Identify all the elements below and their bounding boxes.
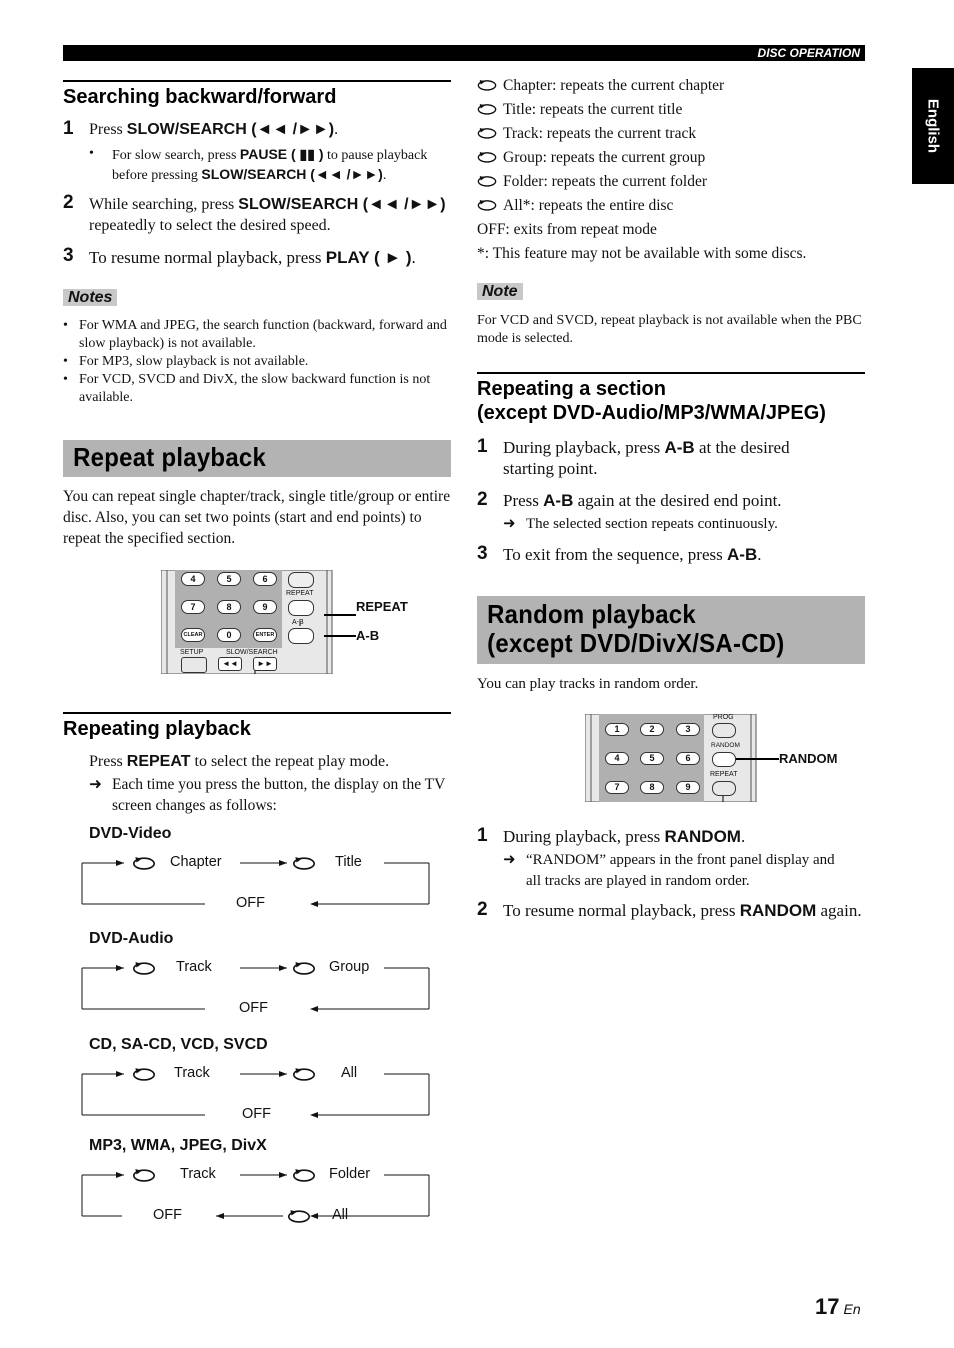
flow-mode-a: Track — [180, 1166, 216, 1182]
section-step-2-result: ➜ The selected section repeats continuou… — [503, 516, 778, 532]
remote-button-prog — [712, 723, 736, 738]
section-step-1: During playback, press A-B at the desire… — [503, 438, 790, 478]
key-label: A-B — [727, 545, 758, 564]
random-step-1: During playback, press RANDOM. — [503, 827, 746, 846]
flow-off: OFF — [153, 1207, 182, 1223]
arrow-icon: ➜ — [503, 852, 516, 868]
random-playback-title: Random playback (except DVD/DivX/SA-CD) — [487, 599, 785, 658]
arrow-to-off — [216, 1213, 224, 1219]
key-label: RANDOM — [664, 827, 741, 846]
page-number: 17 En — [815, 1294, 861, 1319]
remote-key: 4 — [605, 752, 629, 765]
key-label: A-B — [543, 491, 574, 510]
arrow-to-off — [310, 1213, 318, 1219]
repeat-icon — [477, 174, 497, 187]
random-playback-banner: Random playback (except DVD/DivX/SA-CD) — [477, 596, 865, 664]
mode-footnote: *: This feature may not be available wit… — [477, 245, 807, 262]
key-label: A-B — [664, 438, 695, 457]
step-number: 2 — [477, 489, 488, 510]
remote-key: 9 — [676, 781, 700, 794]
note-heading: Note — [477, 281, 523, 303]
repeat-icon — [477, 150, 497, 163]
flow-mode-c: All — [332, 1207, 349, 1223]
step-number: 1 — [477, 825, 488, 846]
arrow-icon: ➜ — [503, 516, 516, 532]
repeat-icon — [477, 78, 497, 91]
remote-illustration-random: 123 456 789 PROG RANDOM REPEAT RANDOM — [584, 713, 845, 803]
arrow-to-first-mode — [116, 1172, 124, 1178]
remote-key: 2 — [640, 723, 664, 736]
step-number: 2 — [477, 899, 488, 920]
random-key-label: RANDOM — [711, 742, 740, 749]
note-text: For VCD and SVCD, repeat playback is not… — [477, 313, 862, 346]
repeat-icon — [293, 1168, 315, 1182]
arrow-to-second-mode — [279, 1172, 287, 1178]
section-step-2: Press A-B again at the desired end point… — [503, 491, 782, 510]
step-number: 1 — [477, 436, 488, 457]
random-step-1-result: ➜ “RANDOM” appears in the front panel di… — [503, 852, 835, 889]
remote-button-repeat — [712, 781, 736, 796]
section-repeat-title: Repeating a section (except DVD-Audio/MP… — [477, 378, 826, 424]
mode-item: Group: repeats the current group — [477, 146, 867, 170]
flow-mode-b: Folder — [329, 1166, 371, 1182]
remote-key: 7 — [605, 781, 629, 794]
callout-random: RANDOM — [779, 751, 838, 766]
remote-key: 6 — [676, 752, 700, 765]
divider — [477, 372, 865, 374]
remote-key: 1 — [605, 723, 629, 736]
repeat-key-label: REPEAT — [710, 771, 738, 778]
prog-key-label: PROG — [713, 714, 734, 721]
section-step-3: To exit from the sequence, press A-B. — [503, 545, 762, 564]
remote-key: 5 — [640, 752, 664, 765]
remote-button-random — [712, 752, 736, 767]
repeat-icon — [133, 1168, 155, 1182]
random-intro: You can play tracks in random order. — [477, 676, 699, 692]
mode-off: OFF: exits from repeat mode — [477, 221, 657, 238]
random-step-2: To resume normal playback, press RANDOM … — [503, 901, 862, 920]
key-label: RANDOM — [739, 901, 817, 920]
mode-item: Chapter: repeats the current chapter — [477, 74, 867, 98]
mode-item: Title: repeats the current title — [477, 98, 867, 122]
step-number: 3 — [477, 543, 488, 564]
repeat-icon — [477, 102, 497, 115]
remote-key: 3 — [676, 723, 700, 736]
mode-item: Folder: repeats the current folder — [477, 170, 867, 194]
repeat-modes-list: Chapter: repeats the current chapter Tit… — [477, 74, 867, 266]
repeat-icon — [477, 198, 497, 211]
mode-item: Track: repeats the current track — [477, 122, 867, 146]
remote-key: 8 — [640, 781, 664, 794]
repeat-icon — [477, 126, 497, 139]
mode-item: All*: repeats the entire disc — [477, 194, 867, 218]
repeat-icon — [288, 1209, 310, 1223]
